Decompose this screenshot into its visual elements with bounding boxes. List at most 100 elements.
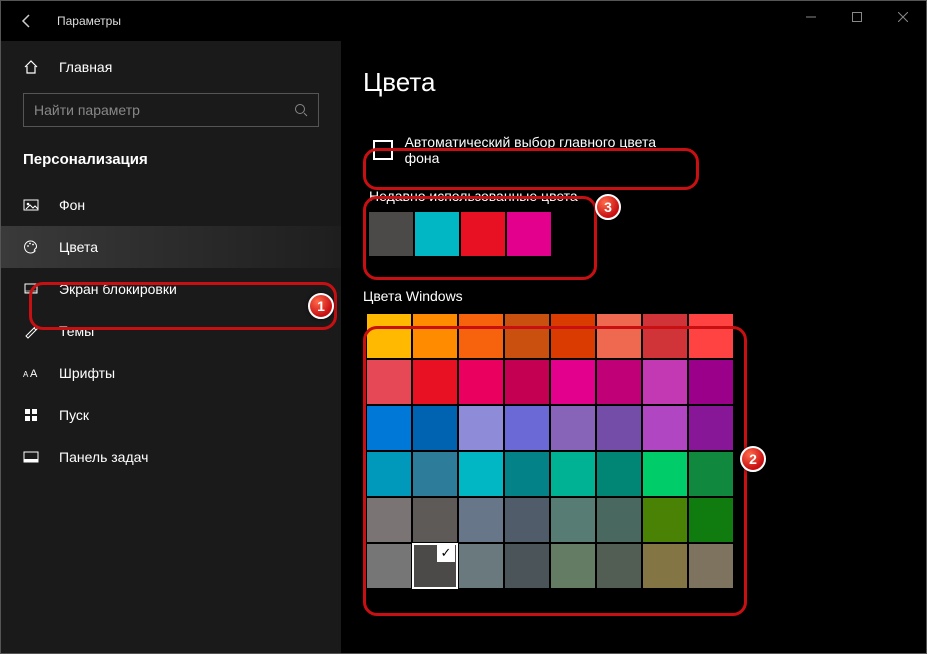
search-placeholder: Найти параметр	[34, 102, 140, 118]
color-swatch[interactable]	[689, 452, 733, 496]
color-swatch[interactable]	[413, 360, 457, 404]
color-swatch[interactable]	[367, 406, 411, 450]
search-input[interactable]: Найти параметр	[23, 93, 319, 127]
home-icon	[23, 59, 43, 75]
color-swatch[interactable]	[551, 544, 595, 588]
sidebar: Главная Найти параметр Персонализация Фо…	[1, 41, 341, 653]
color-swatch[interactable]	[459, 544, 503, 588]
sidebar-item-start[interactable]: Пуск	[1, 394, 341, 436]
color-swatch[interactable]	[643, 544, 687, 588]
page-title: Цвета	[363, 67, 904, 98]
color-swatch[interactable]	[551, 314, 595, 358]
sidebar-section-title: Персонализация	[1, 145, 341, 184]
color-swatch[interactable]	[551, 406, 595, 450]
color-swatch[interactable]	[597, 406, 641, 450]
color-swatch[interactable]	[505, 498, 549, 542]
taskbar-icon	[23, 449, 43, 465]
color-swatch[interactable]	[643, 314, 687, 358]
search-icon	[294, 103, 308, 117]
recent-color-swatch[interactable]	[415, 212, 459, 256]
color-swatch[interactable]	[459, 360, 503, 404]
color-swatch[interactable]	[367, 360, 411, 404]
sidebar-item-label: Темы	[59, 323, 94, 339]
sidebar-item-lockscreen[interactable]: Экран блокировки	[1, 268, 341, 310]
color-swatch[interactable]	[413, 406, 457, 450]
minimize-button[interactable]	[788, 1, 834, 33]
color-swatch[interactable]	[459, 314, 503, 358]
windows-colors-grid	[363, 310, 741, 592]
color-swatch[interactable]	[505, 452, 549, 496]
sidebar-item-label: Пуск	[59, 407, 89, 423]
sidebar-item-label: Шрифты	[59, 365, 115, 381]
color-swatch[interactable]	[413, 498, 457, 542]
svg-text:A: A	[30, 368, 38, 379]
color-swatch[interactable]	[367, 314, 411, 358]
start-icon	[23, 407, 43, 423]
recent-color-swatch[interactable]	[369, 212, 413, 256]
close-button[interactable]	[880, 1, 926, 33]
auto-pick-accent-checkbox[interactable]: Автоматический выбор главного цвета фона	[363, 126, 697, 174]
color-swatch[interactable]	[597, 452, 641, 496]
checkbox-icon	[373, 140, 393, 160]
image-icon	[23, 197, 43, 213]
sidebar-item-palette[interactable]: Цвета	[1, 226, 341, 268]
color-swatch[interactable]	[689, 314, 733, 358]
recent-colors-block: Недавно использованные цвета	[363, 174, 607, 258]
recent-color-swatch[interactable]	[461, 212, 505, 256]
annotation-badge-1: 1	[308, 293, 334, 319]
fonts-icon: AA	[23, 367, 43, 379]
color-swatch[interactable]	[643, 452, 687, 496]
color-swatch[interactable]	[459, 452, 503, 496]
sidebar-item-label: Экран блокировки	[59, 281, 177, 297]
content-area: Цвета Автоматический выбор главного цвет…	[341, 41, 926, 653]
color-swatch[interactable]	[459, 498, 503, 542]
lockscreen-icon	[23, 281, 43, 297]
recent-colors-header: Недавно использованные цвета	[369, 188, 601, 204]
color-swatch[interactable]	[689, 544, 733, 588]
svg-text:A: A	[23, 370, 29, 379]
color-swatch[interactable]	[597, 544, 641, 588]
annotation-badge-3: 3	[595, 194, 621, 220]
sidebar-item-label: Цвета	[59, 239, 98, 255]
sidebar-item-themes[interactable]: Темы	[1, 310, 341, 352]
color-swatch[interactable]	[597, 314, 641, 358]
sidebar-home-label: Главная	[59, 59, 112, 75]
back-button[interactable]	[13, 7, 41, 35]
color-swatch[interactable]	[413, 314, 457, 358]
color-swatch[interactable]	[597, 498, 641, 542]
auto-pick-label: Автоматический выбор главного цвета фона	[405, 134, 687, 166]
color-swatch[interactable]	[689, 360, 733, 404]
color-swatch[interactable]	[643, 498, 687, 542]
palette-icon	[23, 239, 43, 255]
color-swatch[interactable]	[367, 544, 411, 588]
color-swatch[interactable]	[689, 406, 733, 450]
color-swatch[interactable]	[643, 406, 687, 450]
color-swatch[interactable]	[597, 360, 641, 404]
annotation-badge-2: 2	[740, 446, 766, 472]
color-swatch[interactable]	[689, 498, 733, 542]
sidebar-item-fonts[interactable]: AA Шрифты	[1, 352, 341, 394]
sidebar-item-image[interactable]: Фон	[1, 184, 341, 226]
themes-icon	[23, 323, 43, 339]
color-swatch[interactable]	[551, 452, 595, 496]
color-swatch[interactable]	[413, 452, 457, 496]
sidebar-item-label: Панель задач	[59, 449, 148, 465]
color-swatch[interactable]	[551, 360, 595, 404]
color-swatch[interactable]	[367, 452, 411, 496]
sidebar-home[interactable]: Главная	[1, 51, 341, 83]
sidebar-item-taskbar[interactable]: Панель задач	[1, 436, 341, 478]
color-swatch[interactable]	[505, 406, 549, 450]
maximize-button[interactable]	[834, 1, 880, 33]
color-swatch[interactable]	[505, 314, 549, 358]
color-swatch[interactable]	[413, 544, 457, 588]
color-swatch[interactable]	[505, 360, 549, 404]
color-swatch[interactable]	[505, 544, 549, 588]
color-swatch[interactable]	[643, 360, 687, 404]
window-title: Параметры	[57, 14, 121, 28]
recent-color-swatch[interactable]	[507, 212, 551, 256]
color-swatch[interactable]	[367, 498, 411, 542]
sidebar-item-label: Фон	[59, 197, 85, 213]
color-swatch[interactable]	[459, 406, 503, 450]
color-swatch[interactable]	[551, 498, 595, 542]
windows-colors-header: Цвета Windows	[363, 288, 904, 304]
